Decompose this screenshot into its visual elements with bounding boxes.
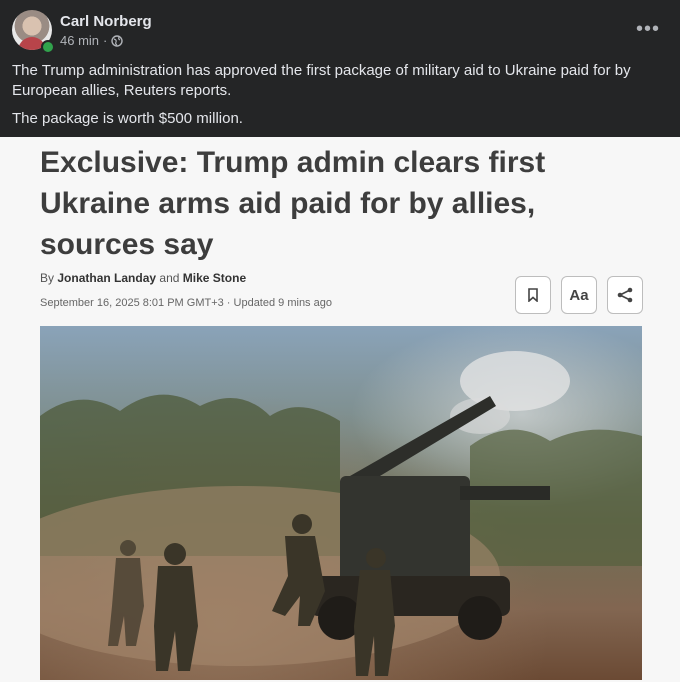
meta-separator: ·	[103, 33, 108, 48]
article-headline: Exclusive: Trump admin clears first Ukra…	[40, 142, 640, 265]
byline-and: and	[159, 271, 180, 285]
post-paragraph-2: The package is worth $500 million.	[12, 110, 243, 127]
post-meta: 46 min ·	[60, 33, 124, 48]
article-byline: By Jonathan Landay and Mike Stone	[40, 271, 246, 285]
post-header: Carl Norberg 46 min · •••	[0, 0, 680, 60]
post-time[interactable]: 46 min	[60, 33, 99, 48]
post-paragraph-1: The Trump administration has approved th…	[12, 62, 631, 99]
share-icon	[607, 276, 643, 314]
headline-line-3: sources say	[40, 228, 214, 261]
bookmark-icon	[515, 276, 551, 314]
headline-line-2: Ukraine arms aid paid for by allies,	[40, 187, 536, 220]
artillery-photo	[40, 326, 642, 680]
byline-author-1: Jonathan Landay	[57, 271, 157, 285]
author-name[interactable]: Carl Norberg	[60, 13, 152, 30]
headline-line-1: Exclusive: Trump admin clears first	[40, 146, 546, 179]
online-status-dot	[41, 40, 55, 54]
text-size-icon: Aa	[561, 276, 597, 314]
byline-author-2: Mike Stone	[182, 271, 247, 285]
article-screenshot[interactable]: Exclusive: Trump admin clears first Ukra…	[0, 137, 680, 682]
globe-icon	[111, 34, 124, 47]
more-options-icon[interactable]: •••	[636, 18, 660, 41]
post-body: The Trump administration has approved th…	[12, 61, 662, 137]
article-dateline: September 16, 2025 8:01 PM GMT+3 · Updat…	[40, 297, 332, 309]
byline-by: By	[40, 271, 55, 285]
